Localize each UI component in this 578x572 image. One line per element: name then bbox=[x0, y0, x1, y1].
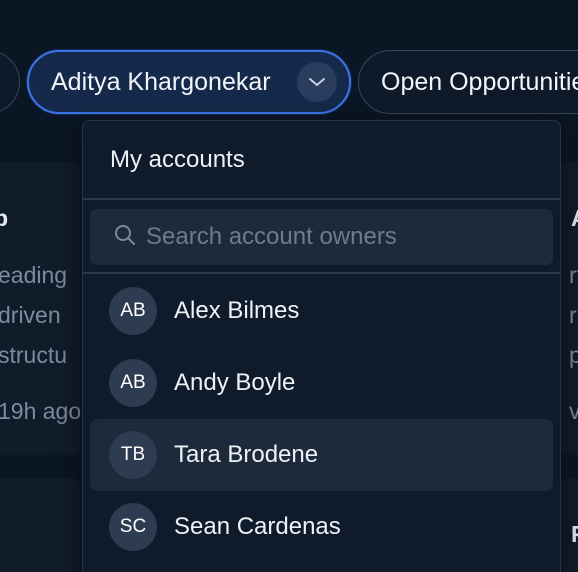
card-title: p bbox=[0, 205, 9, 231]
search-box[interactable] bbox=[90, 209, 553, 265]
avatar: TB bbox=[109, 431, 157, 479]
open-opportunities-filter-button[interactable]: Open Opportunities bbox=[358, 50, 578, 114]
list-item[interactable]: AB Alex Bilmes bbox=[90, 275, 553, 347]
list-item[interactable]: AB Andy Boyle bbox=[90, 347, 553, 419]
account-owner-list: AB Alex Bilmes AB Andy Boyle TB Tara Bro… bbox=[90, 275, 553, 563]
card-text: p bbox=[569, 342, 578, 368]
owner-name: Tara Brodene bbox=[174, 441, 319, 468]
search-input[interactable] bbox=[146, 223, 526, 251]
card-title: A bbox=[571, 205, 578, 232]
filter-pill-previous[interactable] bbox=[0, 50, 20, 114]
card-text: structu bbox=[0, 342, 68, 368]
card-text: r bbox=[569, 302, 577, 328]
owner-name: Andy Boyle bbox=[174, 369, 296, 396]
owner-name: Sean Cardenas bbox=[174, 513, 341, 540]
avatar: AB bbox=[109, 359, 157, 407]
card-text: eading bbox=[0, 262, 68, 288]
card-text: rt bbox=[569, 262, 578, 288]
account-owner-dropdown: My accounts AB Alex Bilmes AB Andy Boyle… bbox=[82, 120, 561, 572]
my-accounts-label: My accounts bbox=[110, 145, 245, 173]
chevron-down-icon bbox=[297, 62, 337, 102]
list-item[interactable]: TB Tara Brodene bbox=[90, 419, 553, 491]
my-accounts-option[interactable]: My accounts bbox=[83, 121, 560, 200]
account-owner-filter-button[interactable]: Aditya Khargonekar bbox=[27, 50, 351, 114]
card-timestamp: v bbox=[569, 398, 578, 424]
card-timestamp: 19h ago bbox=[0, 398, 82, 424]
list-item[interactable]: SC Sean Cardenas bbox=[90, 491, 553, 563]
opportunity-card-left-2[interactable] bbox=[0, 478, 80, 572]
search-icon bbox=[114, 224, 136, 251]
divider bbox=[83, 272, 560, 274]
card-title: F bbox=[571, 521, 578, 548]
avatar: SC bbox=[109, 503, 157, 551]
owner-name: Alex Bilmes bbox=[174, 297, 300, 324]
card-text: driven bbox=[0, 302, 61, 328]
page: p eading driven structu 19h ago A rt r p… bbox=[0, 0, 578, 572]
open-opportunities-label: Open Opportunities bbox=[381, 67, 578, 96]
account-owner-filter-label: Aditya Khargonekar bbox=[51, 67, 271, 96]
avatar: AB bbox=[109, 287, 157, 335]
